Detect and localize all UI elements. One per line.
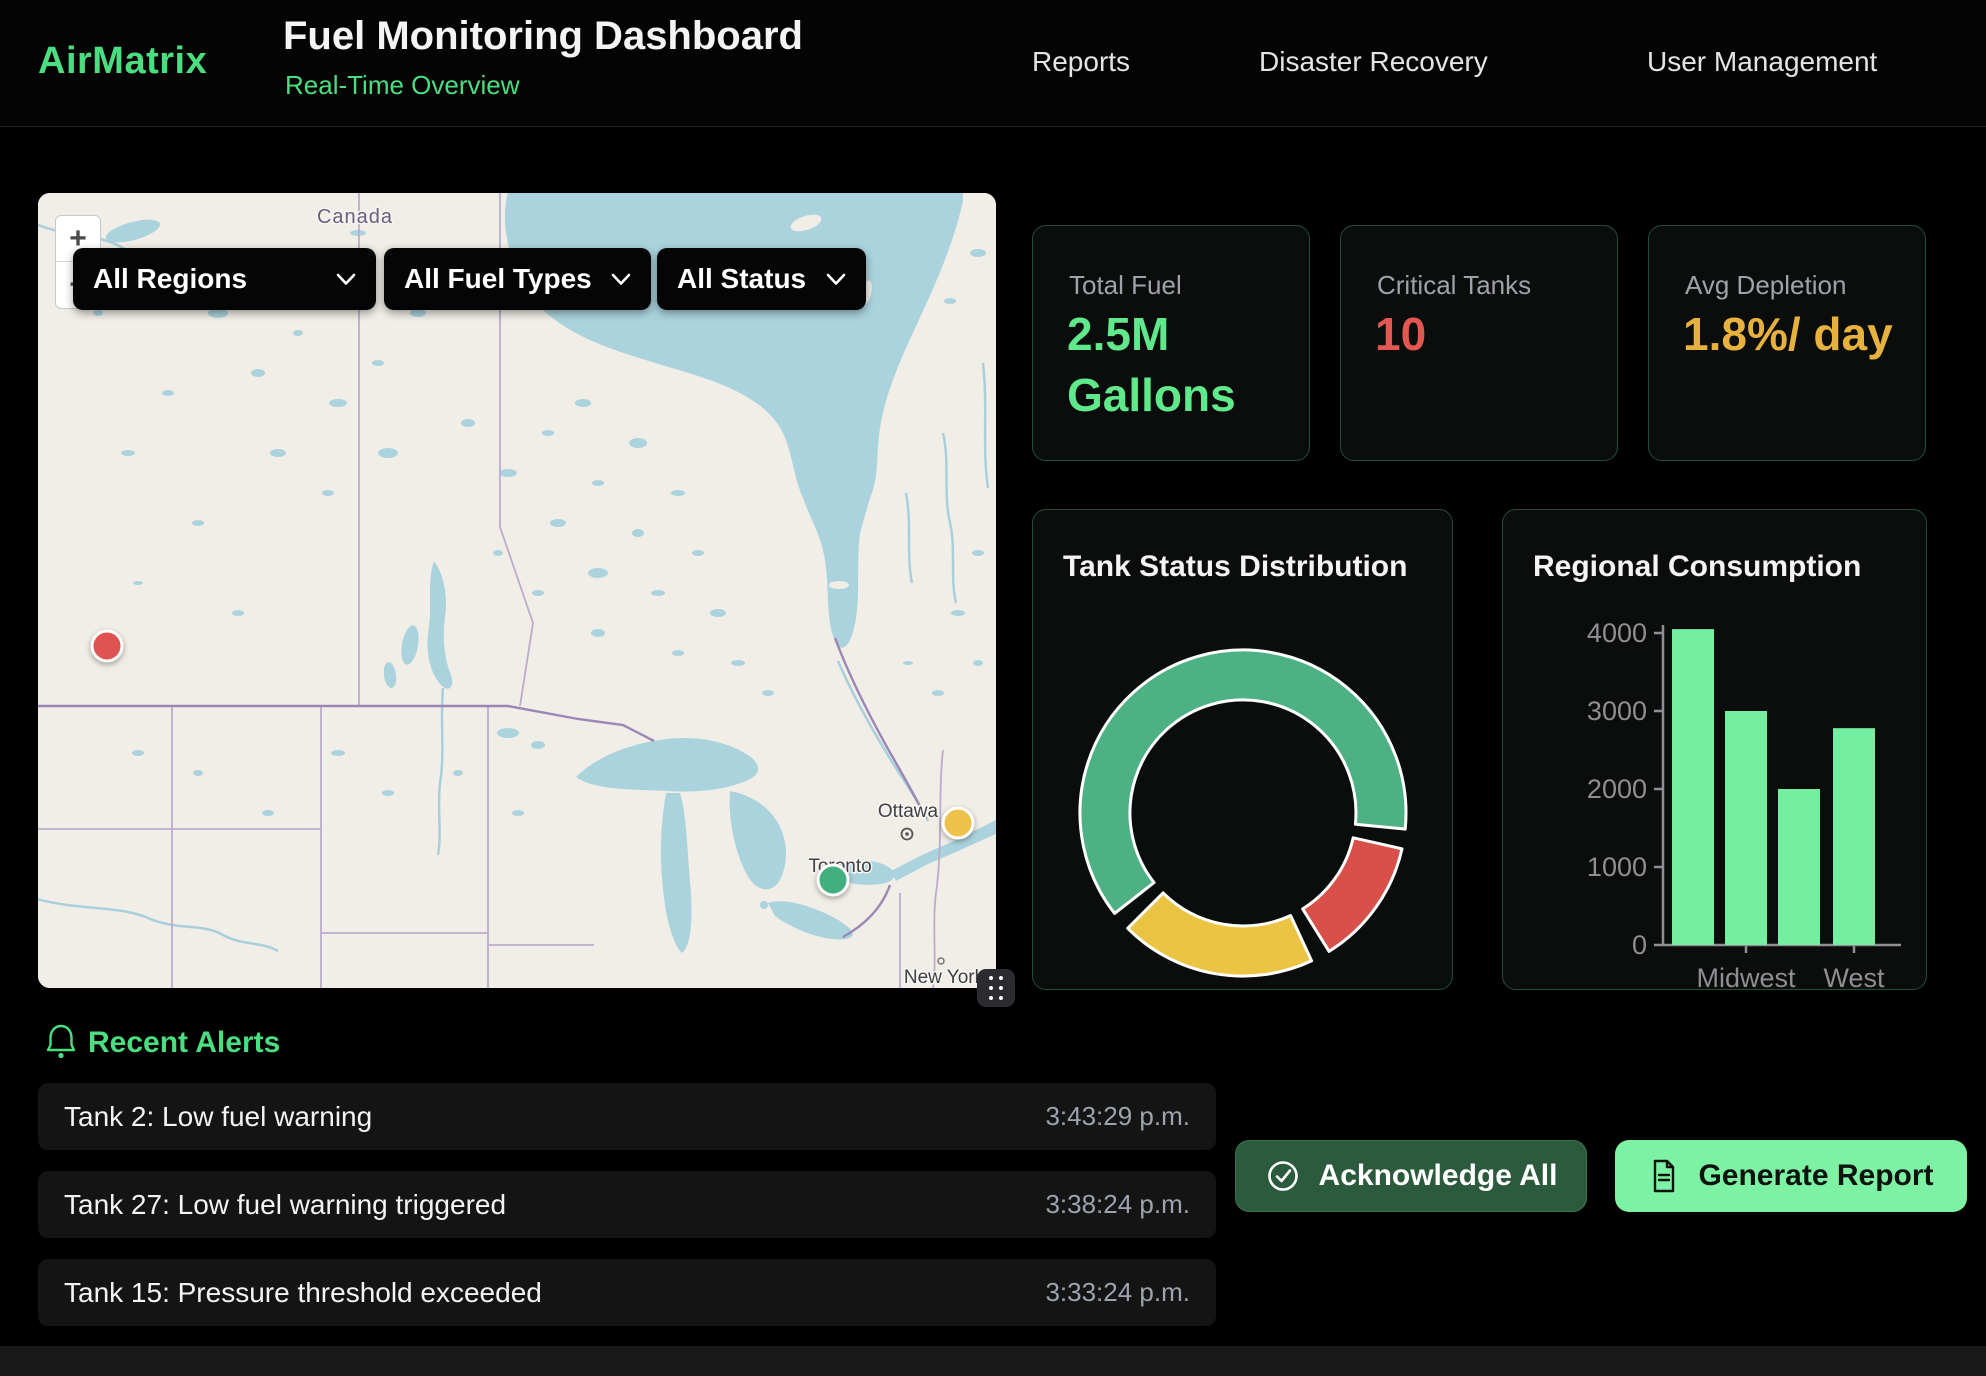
alert-text: Tank 27: Low fuel warning triggered (64, 1189, 506, 1221)
new-york-city-dot (938, 958, 944, 964)
nav-disaster-recovery[interactable]: Disaster Recovery (1259, 46, 1488, 78)
stat-card-critical-tanks: Critical Tanks 10 (1340, 225, 1618, 461)
tank-status-chart-card: Tank Status Distribution (1032, 509, 1453, 990)
ottawa-city-dot-center (905, 832, 909, 836)
svg-text:2000: 2000 (1587, 774, 1647, 804)
stat-label: Critical Tanks (1377, 270, 1531, 301)
map-canvas[interactable]: Canada Ottawa Toronto New York (38, 193, 996, 988)
app-logo: AirMatrix (38, 40, 207, 83)
alert-time: 3:33:24 p.m. (1045, 1277, 1190, 1308)
svg-text:4000: 4000 (1587, 618, 1647, 648)
stat-value-2: 1.8%/ day (1683, 304, 1895, 365)
bar-chart: 0 1000 2000 3000 4000 Midwest West (1503, 510, 1926, 989)
alert-row[interactable]: Tank 2: Low fuel warning 3:43:29 p.m. (38, 1083, 1216, 1150)
acknowledge-all-button[interactable]: Acknowledge All (1235, 1140, 1587, 1212)
bell-icon (44, 1022, 78, 1062)
map-marker-warning[interactable] (942, 807, 975, 840)
svg-text:3000: 3000 (1587, 696, 1647, 726)
map-panel[interactable]: Canada Ottawa Toronto New York + − All R… (38, 193, 996, 988)
alert-row[interactable]: Tank 15: Pressure threshold exceeded 3:3… (38, 1259, 1216, 1326)
stat-card-total-fuel: Total Fuel 2.5M Gallons (1032, 225, 1310, 461)
nav-reports[interactable]: Reports (1032, 46, 1130, 78)
generate-report-label: Generate Report (1698, 1159, 1933, 1193)
stat-card-avg-depletion: Avg Depletion 1.8%/ day (1648, 225, 1926, 461)
donut-segment-warning (1128, 893, 1312, 976)
filter-status-label: All Status (677, 263, 806, 295)
filter-regions-label: All Regions (93, 263, 247, 295)
bottom-strip (0, 1346, 1986, 1376)
check-circle-icon (1265, 1158, 1301, 1194)
filter-fuel-types-dropdown[interactable]: All Fuel Types (384, 248, 651, 310)
filter-regions-dropdown[interactable]: All Regions (73, 248, 376, 310)
alert-time: 3:43:29 p.m. (1045, 1101, 1190, 1132)
nav-user-management[interactable]: User Management (1647, 46, 1877, 78)
donut-segment-critical (1303, 838, 1402, 952)
acknowledge-all-label: Acknowledge All (1319, 1159, 1558, 1193)
report-document-icon (1648, 1158, 1680, 1194)
map-marker-critical[interactable] (91, 630, 124, 663)
filter-fuel-types-label: All Fuel Types (404, 263, 592, 295)
chevron-down-icon (826, 273, 846, 286)
stat-label: Avg Depletion (1685, 270, 1846, 301)
regional-consumption-chart-card: Regional Consumption 01000200030004000Mi… (1502, 509, 1927, 990)
donut-chart (1033, 510, 1452, 989)
alert-text: Tank 15: Pressure threshold exceeded (64, 1277, 542, 1309)
recent-alerts-heading: Recent Alerts (88, 1026, 280, 1060)
filter-status-dropdown[interactable]: All Status (657, 248, 866, 310)
page-title: Fuel Monitoring Dashboard (283, 14, 803, 59)
alert-text: Tank 2: Low fuel warning (64, 1101, 372, 1133)
alert-time: 3:38:24 p.m. (1045, 1189, 1190, 1220)
stat-label: Total Fuel (1069, 270, 1182, 301)
stat-value-0: 2.5M Gallons (1067, 304, 1279, 425)
svg-text:Midwest: Midwest (1696, 963, 1796, 989)
svg-text:0: 0 (1632, 930, 1647, 960)
svg-text:1000: 1000 (1587, 852, 1647, 882)
map-label-ottawa: Ottawa (878, 801, 939, 822)
chevron-down-icon (611, 273, 631, 286)
map-label-new-york: New York (904, 967, 985, 988)
generate-report-button[interactable]: Generate Report (1615, 1140, 1967, 1212)
stat-value-1: 10 (1375, 304, 1587, 365)
chevron-down-icon (336, 273, 356, 286)
alert-row[interactable]: Tank 27: Low fuel warning triggered 3:38… (38, 1171, 1216, 1238)
map-label-canada: Canada (317, 206, 393, 228)
map-marker-normal[interactable] (817, 864, 850, 897)
svg-text:West: West (1823, 963, 1885, 989)
page-subtitle: Real-Time Overview (285, 70, 520, 101)
map-resize-handle[interactable] (977, 969, 1015, 1007)
